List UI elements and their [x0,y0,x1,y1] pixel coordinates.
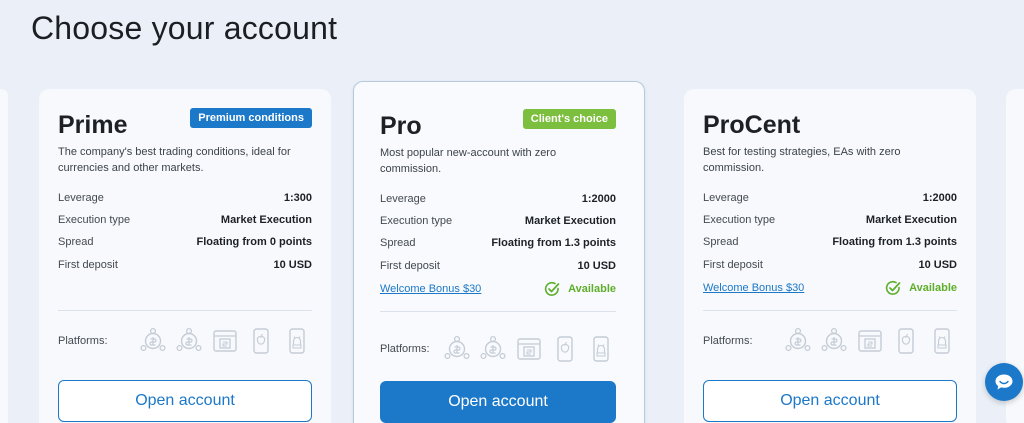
spec-value: 1:2000 [922,192,957,204]
spec-value: Market Execution [220,214,312,226]
spec-leverage: Leverage 1:2000 [380,192,616,206]
spec-label: Leverage [58,192,104,204]
welcome-bonus-link[interactable]: Welcome Bonus $30 [380,281,481,297]
ios-app-icon[interactable] [552,335,578,363]
account-description: Most popular new-account with zero commi… [380,147,557,175]
account-name: Prime [58,111,128,139]
android-app-icon[interactable] [284,327,310,355]
web-terminal-icon[interactable] [516,335,542,363]
platform-icons [785,327,955,355]
platform-icons [444,335,614,363]
spec-execution: Execution type Market Execution [58,213,312,227]
platforms-label: Platforms: [703,335,753,347]
spec-execution: Execution type Market Execution [380,214,616,228]
check-circle-icon [885,280,901,296]
spec-label: Spread [58,236,94,248]
account-description: Best for testing strategies, EAs with ze… [703,146,901,174]
account-name: Pro [380,112,422,140]
spec-execution: Execution type Market Execution [703,213,957,227]
ios-app-icon[interactable] [248,327,274,355]
spec-value: Floating from 1.3 points [832,236,957,248]
mt5-icon[interactable] [821,327,847,355]
open-account-button[interactable]: Open account [703,380,957,422]
divider [380,311,616,312]
spec-label: Execution type [380,215,453,227]
spec-label: Leverage [703,192,749,204]
clients-choice-badge: Client's choice [522,109,616,129]
platforms-label: Platforms: [58,335,108,347]
platforms-label: Platforms: [380,343,430,355]
welcome-bonus-row: Welcome Bonus $30 Available [380,281,616,297]
spec-value: Market Execution [524,215,616,227]
open-account-button[interactable]: Open account [58,380,312,422]
mt5-icon[interactable] [480,335,506,363]
account-card-prime: Prime Premium conditions The company's b… [39,89,331,423]
account-card-pro: Pro Client's choice Most popular new-acc… [353,81,645,423]
welcome-bonus-link[interactable]: Welcome Bonus $30 [703,280,804,296]
mt4-icon[interactable] [444,335,470,363]
spec-label: Execution type [703,214,776,226]
account-card-procent: ProCent Best for testing strategies, EAs… [684,89,976,423]
spec-value: 1:300 [283,192,312,204]
spec-leverage: Leverage 1:300 [58,191,312,205]
android-app-icon[interactable] [929,327,955,355]
web-terminal-icon[interactable] [857,327,883,355]
spec-first-deposit: First deposit 10 USD [380,259,616,273]
chat-bubble-icon [995,374,1013,390]
spec-label: Spread [380,237,416,249]
ios-app-icon[interactable] [893,327,919,355]
divider [58,310,312,311]
spec-first-deposit: First deposit 10 USD [58,258,312,272]
account-description: The company's best trading conditions, i… [58,146,291,174]
spec-value: 10 USD [918,259,957,271]
open-account-button[interactable]: Open account [380,381,616,423]
spec-value: Floating from 1.3 points [491,237,616,249]
spec-value: 10 USD [273,259,312,271]
bonus-status-text: Available [909,282,957,294]
web-terminal-icon[interactable] [212,327,238,355]
spec-leverage: Leverage 1:2000 [703,191,957,205]
spec-label: First deposit [58,259,118,271]
bonus-status-text: Available [568,283,616,295]
spec-spread: Spread Floating from 0 points [58,235,312,249]
welcome-bonus-row: Welcome Bonus $30 Available [703,280,957,296]
platform-icons [140,327,310,355]
spec-label: First deposit [380,260,440,272]
spec-value: 10 USD [577,260,616,272]
check-circle-icon [544,281,560,297]
mt5-icon[interactable] [176,327,202,355]
premium-conditions-badge: Premium conditions [190,108,312,128]
chat-button[interactable] [985,363,1023,401]
spec-first-deposit: First deposit 10 USD [703,258,957,272]
mt4-icon[interactable] [785,327,811,355]
spec-spread: Spread Floating from 1.3 points [380,236,616,250]
spec-label: Execution type [58,214,131,226]
divider [703,310,957,311]
spec-label: Leverage [380,193,426,205]
android-app-icon[interactable] [588,335,614,363]
bonus-status: Available [544,281,616,297]
mt4-icon[interactable] [140,327,166,355]
spec-label: Spread [703,236,739,248]
spec-value: 1:2000 [581,193,616,205]
account-name: ProCent [703,111,801,139]
spec-spread: Spread Floating from 1.3 points [703,235,957,249]
spec-value: Floating from 0 points [196,236,313,248]
spec-value: Market Execution [865,214,957,226]
bonus-status: Available [885,280,957,296]
partial-card-left [0,89,8,423]
page-title: Choose your account [31,10,338,46]
spec-label: First deposit [703,259,763,271]
